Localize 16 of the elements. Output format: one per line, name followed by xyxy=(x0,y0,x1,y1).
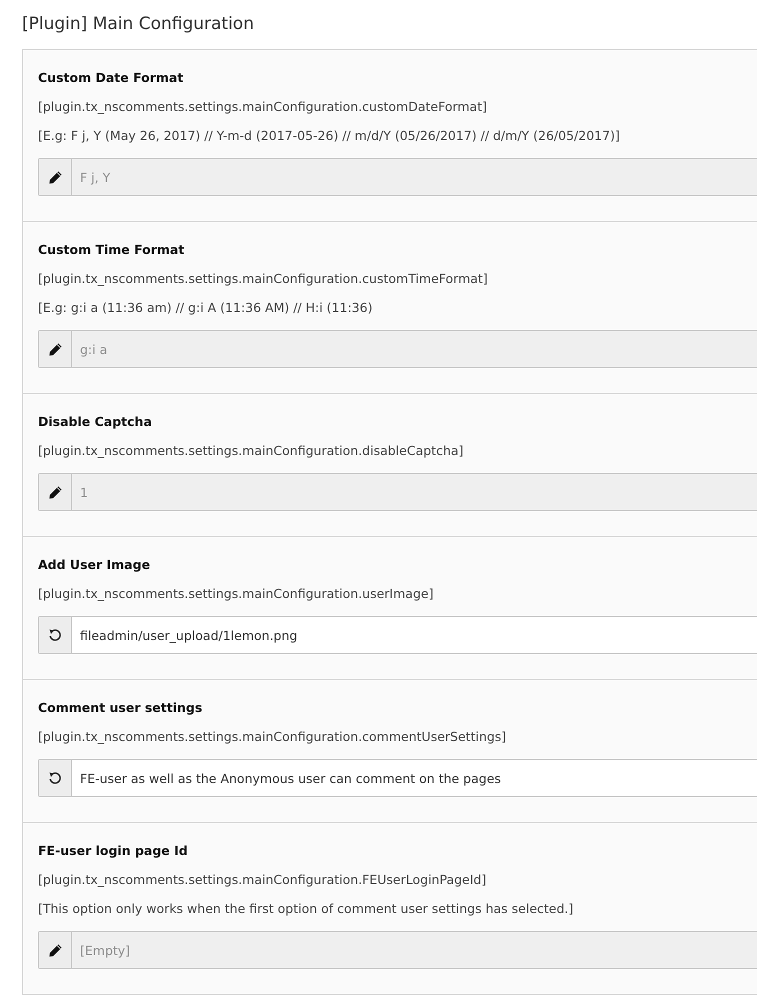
page-heading: [Plugin] Main Configuration xyxy=(22,13,255,36)
setting-hint: [plugin.tx_nscomments.settings.mainConfiguration.userImage] xyxy=(38,585,434,603)
setting-label: FE-user login page Id xyxy=(38,842,189,860)
setting-label: Comment user settings xyxy=(38,699,204,717)
setting-label: Custom Date Format xyxy=(38,69,184,87)
setting-hint: [plugin.tx_nscomments.settings.mainConfiguration.customTimeFormat] xyxy=(38,270,489,288)
setting-hint: [plugin.tx_nscomments.settings.mainConfiguration.customDateFormat] xyxy=(38,98,488,116)
setting-hint: [plugin.tx_nscomments.settings.mainConfiguration.FEUserLoginPageId] xyxy=(38,871,488,889)
setting-hint: [This option only works when the first option of comment user settings has selected.] xyxy=(38,900,574,918)
setting-label: Disable Captcha xyxy=(38,413,153,431)
setting-hint: [plugin.tx_nscomments.settings.mainConfiguration.commentUserSettings] xyxy=(38,728,508,746)
setting-hint: [E.g: g:i a (11:36 am) // g:i A (11:36 AM) // H:i (11:36) xyxy=(38,299,374,317)
setting-label: Custom Time Format xyxy=(38,241,186,259)
setting-hint: [plugin.tx_nscomments.settings.mainConfiguration.disableCaptcha] xyxy=(38,442,464,460)
setting-hint: [E.g: F j, Y (May 26, 2017) // Y-m-d (2017-05-26) // m/d/Y (05/26/2017) // d/m/Y (26/05/2017)] xyxy=(38,127,621,145)
setting-label: Add User Image xyxy=(38,556,152,574)
